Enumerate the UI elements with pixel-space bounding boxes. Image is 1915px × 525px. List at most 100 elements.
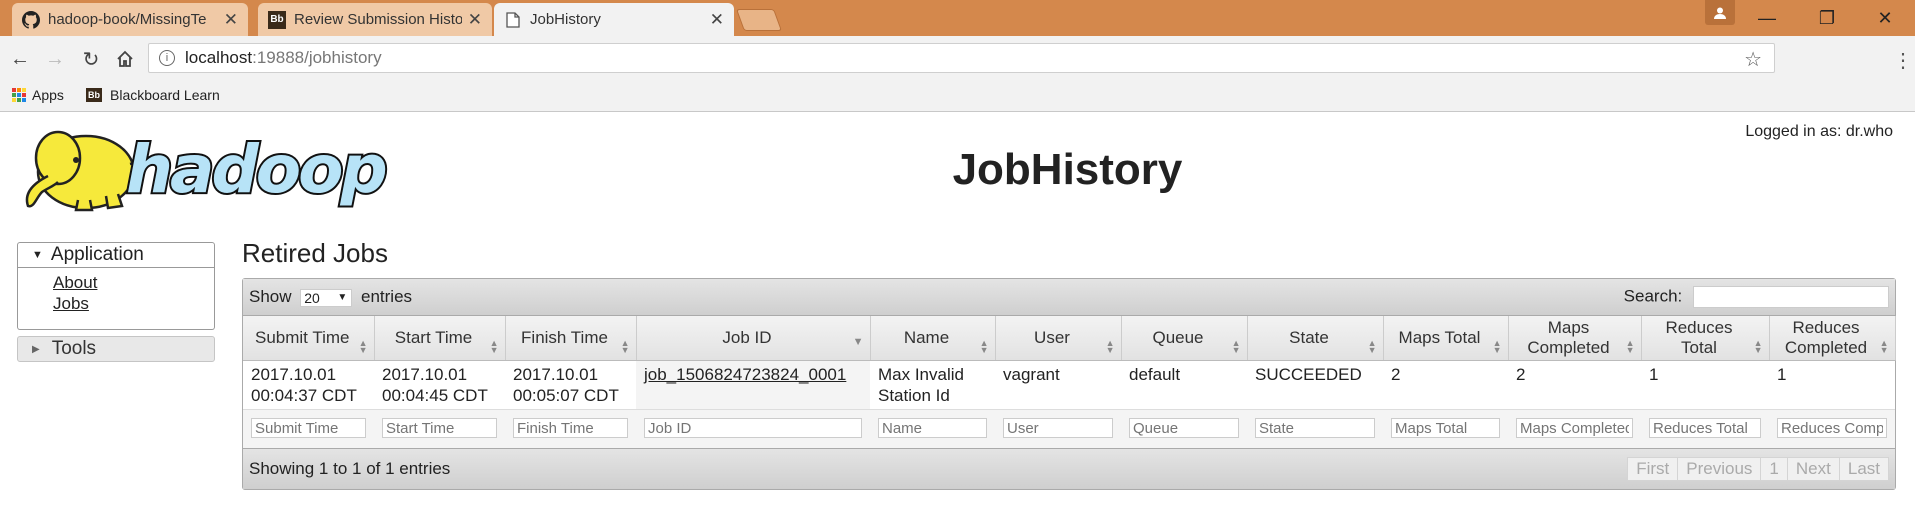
info-icon[interactable]: i [159, 50, 175, 66]
browser-tab-jobhistory[interactable]: JobHistory ✕ [494, 3, 734, 36]
cell-submit-time: 2017.10.01 00:04:37 CDT [251, 364, 357, 405]
cell-reduces-total: 1 [1649, 364, 1659, 384]
new-tab-button[interactable] [735, 9, 783, 31]
sort-icon: ▲ ▼ [489, 337, 499, 355]
filter-start-time[interactable] [382, 418, 497, 438]
close-tab-icon[interactable]: ✕ [224, 10, 238, 30]
pager-page-1-button[interactable]: 1 [1760, 457, 1788, 481]
close-tab-icon[interactable]: ✕ [468, 10, 482, 30]
pager-first-button[interactable]: First [1627, 457, 1679, 481]
table-header-row: Submit Time ▲ ▼ Start Time ▲ ▼ Finish Time ▲ ▼… [243, 316, 1896, 361]
filter-finish-time[interactable] [513, 418, 628, 438]
browser-tab-bar: hadoop-book/MissingTe ✕ Bb Review Submis… [0, 0, 1915, 36]
cell-queue: default [1129, 364, 1181, 384]
cell-user: vagrant [1003, 364, 1060, 384]
application-label: Application [50, 244, 144, 265]
filter-job-id[interactable] [644, 418, 862, 438]
pager-next-button[interactable]: Next [1786, 457, 1840, 481]
job-id-link[interactable]: job_1506824723824_0001 [644, 365, 846, 384]
sort-icon: ▲ ▼ [620, 337, 630, 355]
tab-title: hadoop-book/MissingTe [48, 11, 207, 28]
github-icon [22, 10, 40, 29]
minimize-icon[interactable]: — [1740, 0, 1794, 36]
filter-state[interactable] [1255, 418, 1375, 438]
sort-icon: ▲ ▼ [1367, 337, 1377, 355]
application-section-body: About Jobs [17, 268, 215, 330]
sort-icon: ▲ ▼ [1492, 337, 1502, 355]
section-title: Retired Jobs [242, 238, 388, 268]
sort-icon: ▲ ▼ [1231, 337, 1241, 355]
column-header-start-time[interactable]: Start Time ▲ ▼ [374, 316, 506, 361]
column-header-maps-completed[interactable]: Maps Completed ▲ ▼ [1508, 316, 1642, 361]
back-icon[interactable]: ← [5, 44, 35, 74]
bookmarks-bar: Apps Bb Blackboard Learn [0, 81, 1915, 112]
bookmark-blackboard[interactable]: Bb Blackboard Learn [86, 87, 220, 103]
column-header-job-id[interactable]: Job ID ▼ [636, 316, 871, 361]
entries-label: entries [361, 287, 413, 306]
page-icon [504, 11, 522, 29]
filter-maps-total[interactable] [1391, 418, 1500, 438]
triangle-right-icon: ▶ [32, 343, 40, 355]
sidebar-link-about[interactable]: About [53, 272, 214, 293]
column-header-reduces-completed[interactable]: Reduces Completed ▲ ▼ [1769, 316, 1896, 361]
filter-name[interactable] [878, 418, 987, 438]
bookmark-label: Blackboard Learn [110, 87, 220, 103]
page-length-select[interactable]: 20 ▼ [300, 288, 353, 307]
filter-user[interactable] [1003, 418, 1113, 438]
menu-icon[interactable]: ⋮ [1893, 48, 1913, 73]
sidebar-link-jobs[interactable]: Jobs [53, 293, 214, 314]
pager-previous-button[interactable]: Previous [1677, 457, 1762, 481]
tab-title: JobHistory [530, 11, 601, 28]
column-header-name[interactable]: Name ▲ ▼ [870, 316, 996, 361]
restore-icon[interactable]: ❐ [1800, 0, 1854, 36]
tools-label: Tools [51, 338, 97, 359]
filter-reduces-completed[interactable] [1777, 418, 1887, 438]
close-window-icon[interactable]: ✕ [1858, 0, 1912, 36]
column-header-reduces-total[interactable]: Reduces Total ▲ ▼ [1641, 316, 1770, 361]
triangle-down-icon: ▼ [32, 249, 43, 261]
close-tab-icon[interactable]: ✕ [710, 10, 724, 30]
bookmark-star-icon[interactable]: ☆ [1744, 47, 1762, 72]
cell-name: Max Invalid Station Id [878, 364, 964, 405]
url-host: localhost [185, 48, 253, 67]
filter-queue[interactable] [1129, 418, 1239, 438]
sort-icon: ▲ ▼ [1625, 337, 1635, 355]
application-section-header[interactable]: ▼ Application [17, 242, 215, 268]
column-header-finish-time[interactable]: Finish Time ▲ ▼ [505, 316, 637, 361]
table-row: 2017.10.01 00:04:37 CDT 2017.10.01 00:04… [243, 360, 1895, 409]
pagination: First Previous 1 Next Last [1627, 457, 1889, 481]
column-header-state[interactable]: State ▲ ▼ [1247, 316, 1384, 361]
column-header-submit-time[interactable]: Submit Time ▲ ▼ [243, 316, 375, 361]
reload-icon[interactable]: ↻ [76, 44, 106, 74]
forward-icon[interactable]: → [40, 44, 70, 74]
pager-last-button[interactable]: Last [1838, 457, 1889, 481]
browser-tab-review[interactable]: Bb Review Submission Histo ✕ [258, 3, 492, 36]
url-path: :19888/jobhistory [252, 48, 382, 67]
column-header-maps-total[interactable]: Maps Total ▲ ▼ [1383, 316, 1509, 361]
column-header-queue[interactable]: Queue ▲ ▼ [1121, 316, 1248, 361]
sort-icon: ▲ ▼ [979, 337, 989, 355]
home-icon[interactable] [110, 44, 140, 74]
sort-icon: ▲ ▼ [1879, 337, 1889, 355]
filter-maps-completed[interactable] [1516, 418, 1633, 438]
table-info: Showing 1 to 1 of 1 entries [249, 459, 451, 478]
address-bar[interactable]: i localhost :19888/jobhistory ☆ [148, 43, 1775, 73]
bookmark-apps[interactable]: Apps [12, 87, 64, 103]
profile-icon[interactable] [1705, 0, 1735, 25]
sort-icon: ▲ ▼ [1753, 337, 1763, 355]
show-label: Show [249, 287, 292, 306]
page-length-value: 20 [304, 289, 320, 306]
browser-tab-github[interactable]: hadoop-book/MissingTe ✕ [12, 3, 248, 36]
cell-maps-completed: 2 [1516, 364, 1526, 384]
jobs-table: Submit Time ▲ ▼ Start Time ▲ ▼ Finish Time ▲ ▼… [243, 316, 1896, 449]
filter-reduces-total[interactable] [1649, 418, 1761, 438]
logged-in-status: Logged in as: dr.who [1745, 123, 1893, 140]
column-header-user[interactable]: User ▲ ▼ [995, 316, 1122, 361]
cell-job-id: job_1506824723824_0001 [636, 360, 870, 409]
sort-icon: ▲ ▼ [358, 337, 368, 355]
table-footer: Showing 1 to 1 of 1 entries First Previo… [243, 448, 1895, 489]
search-input[interactable] [1693, 286, 1889, 308]
filter-row [243, 408, 1895, 449]
tools-section-header[interactable]: ▶ Tools [17, 336, 215, 362]
filter-submit-time[interactable] [251, 418, 366, 438]
